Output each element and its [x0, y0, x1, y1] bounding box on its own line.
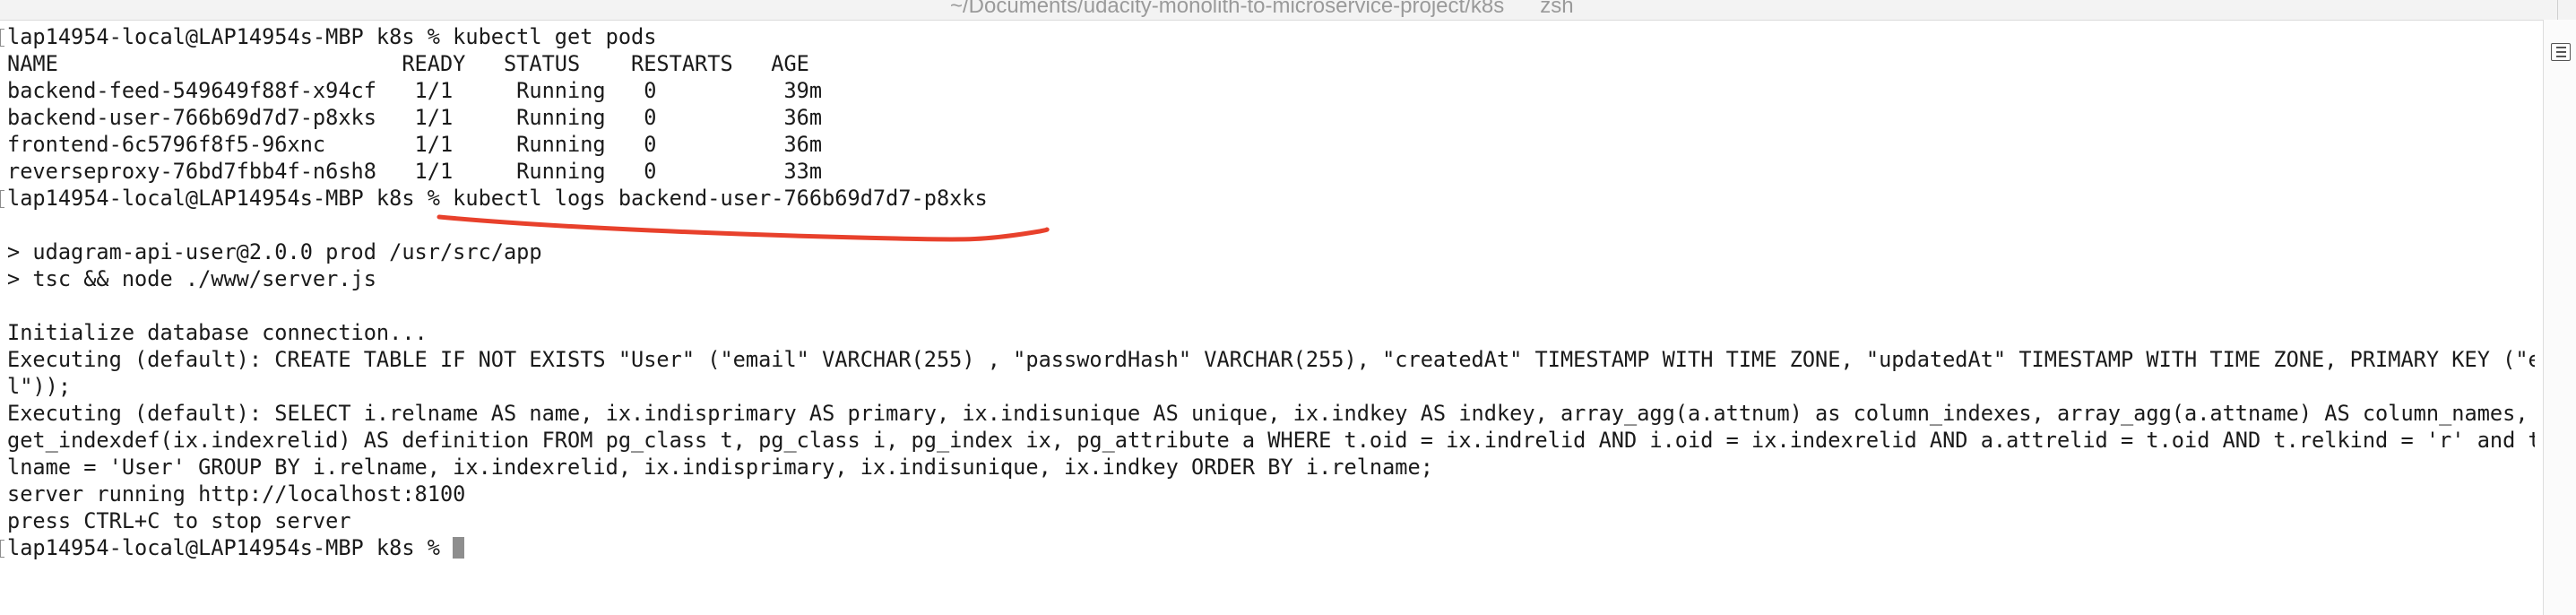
terminal-line-text: Initialize database connection...	[7, 320, 428, 345]
terminal-output[interactable]: lap14954-local@LAP14954s-MBP k8s % kubec…	[7, 23, 2535, 561]
terminal-line-text: Executing (default): CREATE TABLE IF NOT…	[7, 347, 2535, 372]
terminal-prompt-line: lap14954-local@LAP14954s-MBP k8s %	[7, 534, 2535, 561]
terminal-line-text: backend-user-766b69d7d7-p8xks 1/1 Runnin…	[7, 105, 823, 130]
terminal-prompt-line: lap14954-local@LAP14954s-MBP k8s % kubec…	[7, 23, 2535, 50]
terminal-prompt-line: lap14954-local@LAP14954s-MBP k8s % kubec…	[7, 185, 2535, 212]
terminal-line-text: > udagram-api-user@2.0.0 prod /usr/src/a…	[7, 239, 542, 264]
terminal-output-line: get_indexdef(ix.indexrelid) AS definitio…	[7, 427, 2535, 454]
terminal-line-text: l"));	[7, 374, 72, 399]
terminal-line-text: frontend-6c5796f8f5-96xnc 1/1 Running 0 …	[7, 132, 823, 157]
titlebar-corner	[2557, 0, 2576, 20]
terminal-output-line: backend-user-766b69d7d7-p8xks 1/1 Runnin…	[7, 104, 2535, 131]
terminal-line-text: reverseproxy-76bd7fbb4f-n6sh8 1/1 Runnin…	[7, 159, 823, 184]
terminal-cursor	[453, 537, 465, 559]
window-titlebar: ~/Documents/udacity-monolith-to-microser…	[0, 0, 2576, 21]
terminal-line-text: lap14954-local@LAP14954s-MBP k8s %	[7, 535, 454, 560]
terminal-output-line: NAME READY STATUS RESTARTS AGE	[7, 50, 2535, 77]
window-title: ~/Documents/udacity-monolith-to-microser…	[950, 0, 1574, 18]
terminal-line-text: > tsc && node ./www/server.js	[7, 266, 376, 291]
hamburger-menu-icon[interactable]	[2551, 43, 2571, 61]
terminal-output-line: backend-feed-549649f88f-x94cf 1/1 Runnin…	[7, 77, 2535, 104]
terminal-scrollbar[interactable]	[2543, 20, 2576, 615]
terminal-output-line: > udagram-api-user@2.0.0 prod /usr/src/a…	[7, 238, 2535, 265]
terminal-output-line: Initialize database connection...	[7, 319, 2535, 346]
terminal-output-line: reverseproxy-76bd7fbb4f-n6sh8 1/1 Runnin…	[7, 158, 2535, 185]
terminal-output-line: lname = 'User' GROUP BY i.relname, ix.in…	[7, 454, 2535, 481]
terminal-line-text: lap14954-local@LAP14954s-MBP k8s % kubec…	[7, 24, 657, 49]
terminal-line-text: press CTRL+C to stop server	[7, 508, 351, 533]
terminal-line-text: backend-feed-549649f88f-x94cf 1/1 Runnin…	[7, 78, 823, 103]
terminal-line-text: Executing (default): SELECT i.relname AS…	[7, 401, 2535, 426]
terminal-output-line: Executing (default): CREATE TABLE IF NOT…	[7, 346, 2535, 373]
terminal-line-text: NAME READY STATUS RESTARTS AGE	[7, 51, 809, 76]
terminal-output-line: server running http://localhost:8100	[7, 481, 2535, 507]
terminal-line-text: get_indexdef(ix.indexrelid) AS definitio…	[7, 428, 2535, 453]
terminal-line-text: lap14954-local@LAP14954s-MBP k8s % kubec…	[7, 186, 988, 211]
terminal-line-text: lname = 'User' GROUP BY i.relname, ix.in…	[7, 455, 1433, 480]
terminal-output-line: > tsc && node ./www/server.js	[7, 265, 2535, 292]
terminal-output-line: Executing (default): SELECT i.relname AS…	[7, 400, 2535, 427]
terminal-output-line: l"));	[7, 373, 2535, 400]
terminal-output-line: press CTRL+C to stop server	[7, 507, 2535, 534]
terminal-output-line: frontend-6c5796f8f5-96xnc 1/1 Running 0 …	[7, 131, 2535, 158]
terminal-line-text: server running http://localhost:8100	[7, 481, 466, 507]
